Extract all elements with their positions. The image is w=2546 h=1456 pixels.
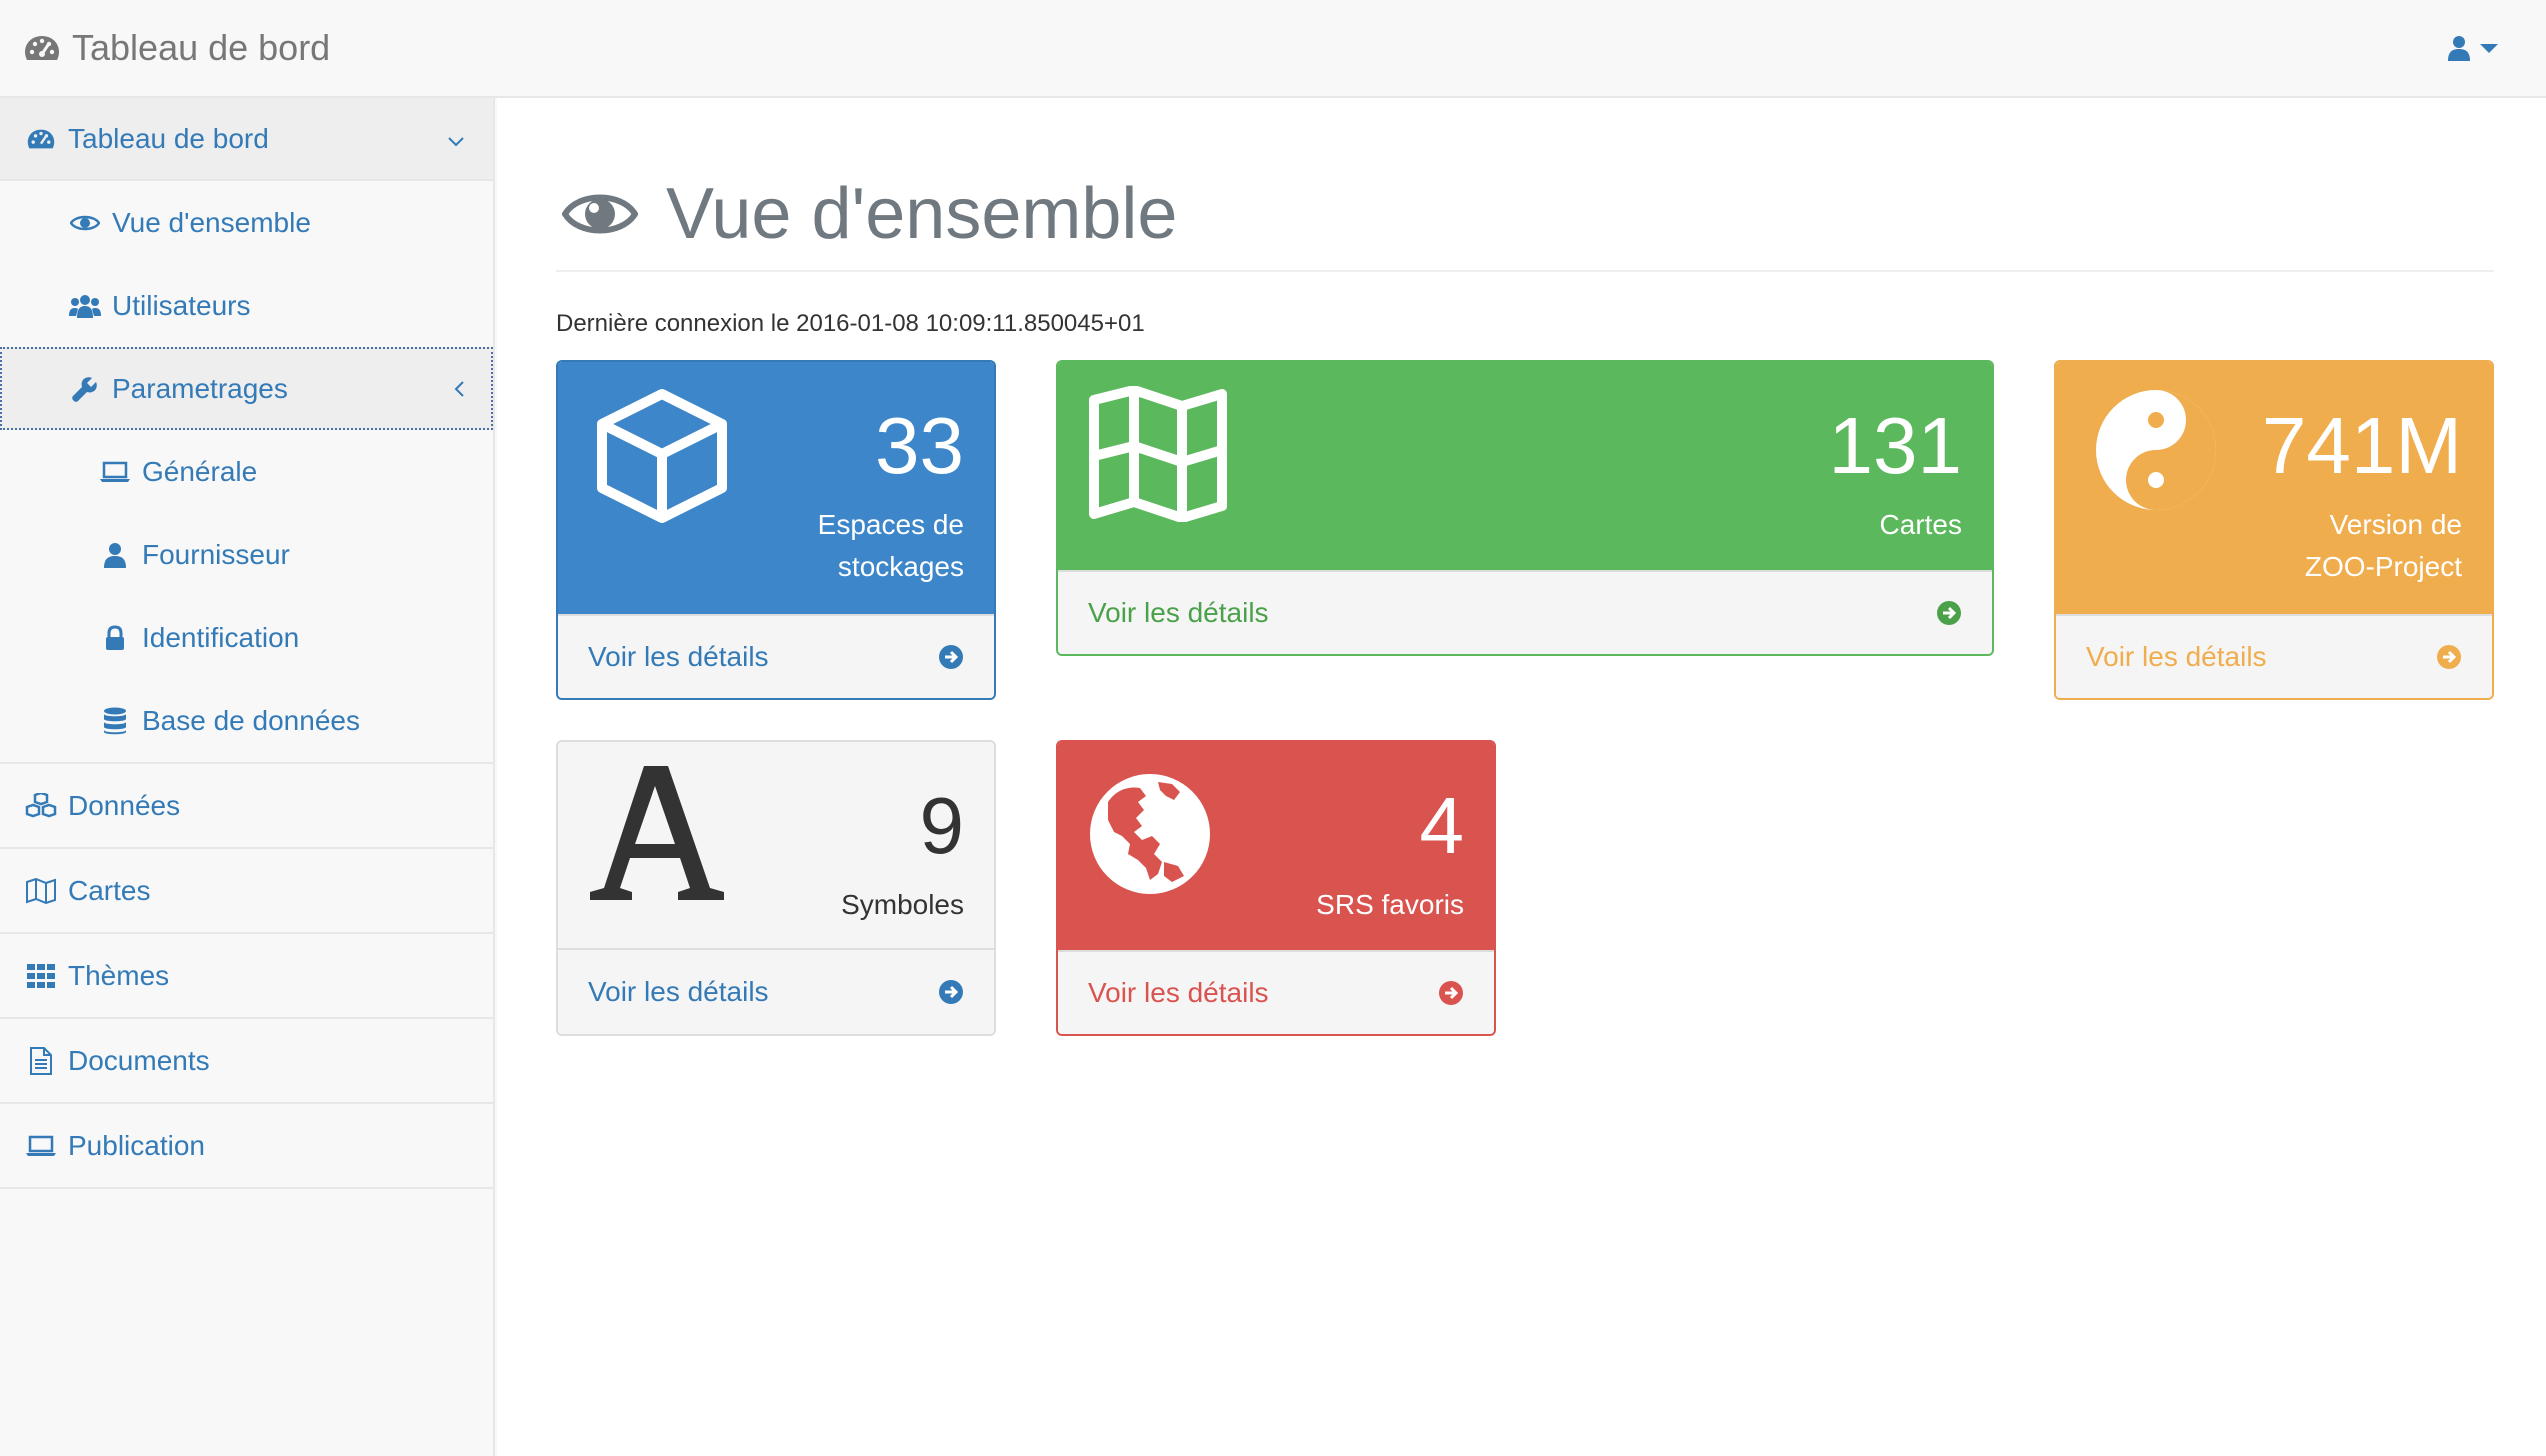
dashboard-submenu: Vue d'ensemble Utilisateurs Parametrages… <box>0 181 493 764</box>
zoo-version-panel: 741M Version de ZOO-Project Voir les dét… <box>2054 360 2494 700</box>
panel-heading: 33 Espaces de stockages <box>558 362 994 614</box>
sidebar-item-identification[interactable]: Identification <box>0 596 493 679</box>
panel-label: SRS favoris <box>1316 889 1464 920</box>
map-icon <box>24 877 58 904</box>
panel-label-line2: stockages <box>837 551 964 582</box>
user-menu-toggle[interactable] <box>2448 28 2498 68</box>
view-details-link[interactable]: Voir les détails <box>558 614 994 698</box>
arrow-circle-right-icon <box>939 645 963 669</box>
sidebar-item-publication[interactable]: Publication <box>0 1104 493 1189</box>
panel-value: 9 <box>919 781 965 870</box>
arrow-circle-right-icon <box>2437 645 2461 669</box>
sidebar-item-database[interactable]: Base de données <box>0 679 493 762</box>
th-icon <box>24 963 58 988</box>
panel-value: 741M <box>2261 401 2462 490</box>
brand-title: Tableau de bord <box>72 27 331 68</box>
user-icon <box>2448 36 2470 61</box>
maps-panel: 131 Cartes Voir les détails <box>1056 360 1994 656</box>
brand[interactable]: Tableau de bord <box>24 0 330 96</box>
cube-icon <box>597 389 727 523</box>
sidebar-item-maps[interactable]: Cartes <box>0 849 493 934</box>
panel-label-line2: ZOO-Project <box>2304 551 2462 582</box>
view-details-link[interactable]: Voir les détails <box>1058 570 1992 654</box>
panel-heading: 741M Version de ZOO-Project <box>2056 362 2492 614</box>
sidebar-item-documents[interactable]: Documents <box>0 1019 493 1104</box>
dashboard-icon <box>25 36 59 60</box>
sidebar-item-label: Identification <box>142 621 300 653</box>
top-navbar: Tableau de bord <box>0 0 2546 98</box>
view-details-label: Voir les détails <box>1088 597 1269 628</box>
wrench-icon <box>68 376 102 402</box>
sidebar-item-label: Utilisateurs <box>112 289 251 321</box>
users-icon <box>68 294 102 318</box>
sidebar-item-label: Vue d'ensemble <box>112 206 311 238</box>
panel-label: Version de ZOO-Project <box>2305 504 2462 588</box>
sidebar-item-general[interactable]: Générale <box>0 430 493 513</box>
sidebar: Tableau de bord Vue d'ensemble Utilisate… <box>0 98 495 1456</box>
page-header: Vue d'ensemble <box>556 158 2494 272</box>
arrow-circle-right-icon <box>1937 601 1961 625</box>
symbols-panel: 9 Symboles Voir les détails <box>556 740 996 1036</box>
arrow-circle-right-icon <box>939 980 963 1004</box>
last-login-text: Dernière connexion le 2016-01-08 10:09:1… <box>556 310 1145 337</box>
sidebar-item-label: Parametrages <box>112 372 288 404</box>
view-details-label: Voir les détails <box>588 641 769 672</box>
sidebar-item-label: Publication <box>68 1129 205 1161</box>
sidebar-item-label: Générale <box>142 455 258 487</box>
eye-icon <box>562 194 638 234</box>
laptop-icon <box>24 1135 58 1157</box>
sidebar-item-dashboard[interactable]: Tableau de bord <box>0 98 493 181</box>
sidebar-item-label: Cartes <box>68 874 151 906</box>
sidebar-item-label: Données <box>68 789 181 821</box>
map-icon <box>1089 386 1227 522</box>
globe-icon <box>1090 774 1210 894</box>
panel-value: 33 <box>875 401 964 490</box>
view-details-label: Voir les détails <box>1088 977 1269 1008</box>
sidebar-item-label: Base de données <box>142 704 360 736</box>
view-details-link[interactable]: Voir les détails <box>1058 950 1494 1034</box>
panel-heading: 131 Cartes <box>1058 362 1992 570</box>
file-text-icon <box>24 1046 58 1075</box>
main-content: Vue d'ensemble Dernière connexion le 201… <box>497 98 2546 1456</box>
sidebar-item-label: Documents <box>68 1044 210 1076</box>
sidebar-item-overview[interactable]: Vue d'ensemble <box>0 181 493 264</box>
database-icon <box>98 707 132 735</box>
panel-label-line1: Version de <box>2329 509 2462 540</box>
sidebar-item-data[interactable]: Données <box>0 764 493 849</box>
laptop-icon <box>98 461 132 483</box>
font-icon <box>590 766 724 900</box>
sidebar-item-settings[interactable]: Parametrages <box>0 347 493 430</box>
view-details-link[interactable]: Voir les détails <box>2056 614 2492 698</box>
panel-label-line1: Espaces de <box>817 509 964 540</box>
sidebar-item-label: Fournisseur <box>142 538 290 570</box>
arrow-circle-right-icon <box>1439 981 1463 1005</box>
caret-down-icon <box>2480 44 2498 53</box>
panel-heading: 4 SRS favoris <box>1058 742 1494 950</box>
view-details-link[interactable]: Voir les détails <box>558 950 994 1034</box>
panel-heading: 9 Symboles <box>558 742 994 950</box>
user-icon <box>98 542 132 568</box>
page-title: Vue d'ensemble <box>666 174 1178 254</box>
lock-icon <box>98 624 132 651</box>
panel-label: Espaces de stockages <box>818 504 964 588</box>
sidebar-item-label: Thèmes <box>68 959 170 991</box>
panel-label: Cartes <box>1879 509 1962 540</box>
yin-yang-icon <box>2096 390 2216 510</box>
panel-value: 4 <box>1419 781 1465 870</box>
cubes-icon <box>24 792 58 819</box>
view-details-label: Voir les détails <box>588 976 769 1007</box>
storage-panel: 33 Espaces de stockages Voir les détails <box>556 360 996 700</box>
sidebar-item-users[interactable]: Utilisateurs <box>0 264 493 347</box>
dashboard-icon <box>24 127 58 151</box>
panel-value: 131 <box>1828 401 1962 490</box>
sidebar-item-provider[interactable]: Fournisseur <box>0 513 493 596</box>
sidebar-item-label: Tableau de bord <box>68 122 269 154</box>
srs-favorites-panel: 4 SRS favoris Voir les détails <box>1056 740 1496 1036</box>
chevron-down-icon <box>447 123 465 155</box>
chevron-left-icon <box>453 373 465 405</box>
eye-icon <box>68 213 102 233</box>
sidebar-item-themes[interactable]: Thèmes <box>0 934 493 1019</box>
view-details-label: Voir les détails <box>2086 641 2267 672</box>
panel-label: Symboles <box>841 889 964 920</box>
